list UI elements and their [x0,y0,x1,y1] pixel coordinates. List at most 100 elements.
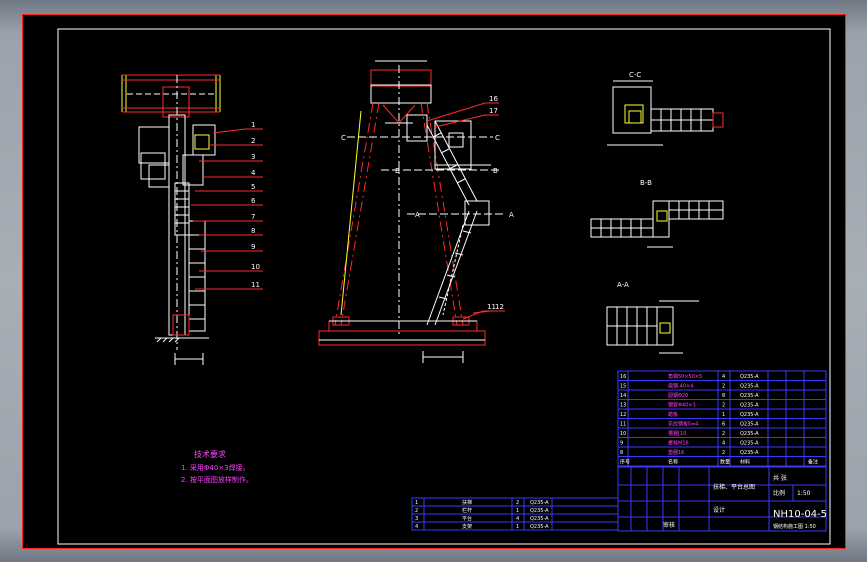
parts-row-name: 扶梯 [462,499,472,506]
main-row-no: 11 [620,422,626,428]
main-row-name: 花纹钢板δ=4 [668,421,698,428]
parts-row-qty: 4 [516,516,519,522]
parts-row-no: 3 [415,516,418,522]
main-row-qty: 4 [722,441,725,447]
main-row-qty: 2 [722,384,725,390]
cut-a-left-label: A [415,211,420,219]
parts-row-mat: Q235-A [530,508,549,514]
cad-drawing: C-C B-B A-A C C B B A A 1234567891011 16… [57,28,831,545]
drawing-sheet: C-C B-B A-A C C B B A A 1 2 3 4 5 6 7 8 9 10 11 16… [22,14,846,549]
bb-left-stair [590,218,654,238]
main-row-mat: Q235-A [740,374,759,380]
front-balloon-number: 4 [251,169,256,177]
title-project: 扶梯、平台总图 [713,483,755,491]
front-balloon-number: 10 [251,263,260,271]
main-row-name: 钢管Φ40×3 [668,402,696,409]
side-balloon-group: 161711 12 [483,95,505,312]
cut-c-right-label: C [495,134,500,142]
cc-stair [650,108,714,132]
main-row-qty: 8 [722,393,725,399]
section-cc-label: C-C [629,71,641,79]
parts-row-no: 1 [415,500,418,506]
main-row-no: 15 [620,384,626,390]
section-bb-view [590,200,724,248]
front-balloon-number: 7 [251,213,255,221]
front-stair-2 [188,220,206,332]
main-row-mat: Q235-A [740,384,759,390]
main-row-mat: Q235-A [740,412,759,418]
side-balloon-number: 17 [489,107,498,115]
cut-b-left-label: B [395,167,400,175]
main-row-mat: Q235-A [740,403,759,409]
main-row-qty: 1 [722,412,725,418]
title-sheet-label: 共 张 [773,474,787,482]
front-balloon-number: 8 [251,227,255,235]
cad-viewport[interactable]: C-C B-B A-A C C B B A A 1 2 3 4 5 6 7 8 9 10 11 16… [0,0,867,562]
main-row-qty: 6 [722,422,725,428]
front-balloon-number: 1 [251,121,255,129]
parts-row-no: 2 [415,508,418,514]
main-row-name: 踏板 [668,411,678,418]
main-row-no: 10 [620,431,626,437]
title-scale: 1:50 [797,490,811,497]
parts-row-mat: Q235-A [530,524,549,530]
main-row-qty: 2 [722,403,725,409]
main-row-mat: Q235-A [740,431,759,437]
main-row-mat: Q235-A [740,450,759,456]
title-checker: 审核 [663,521,675,529]
bb-right-stair [668,200,724,220]
main-row-mat: Q235-A [740,422,759,428]
main-row-no: 8 [620,450,623,456]
main-table-header-cell: 材料 [740,459,750,466]
title-designer: 设计 [713,506,725,514]
front-balloon-number: 3 [251,153,255,161]
main-row-name: 槽钢[10 [668,430,686,437]
drawing-number: NH10-04-5 [773,509,827,520]
section-cc-view [607,80,724,146]
front-balloon-number: 5 [251,183,255,191]
aa-stair [606,306,658,346]
side-elevation-view [318,60,505,363]
section-aa-view [606,300,699,354]
main-row-name: 螺栓M16 [668,440,689,447]
main-row-no: 14 [620,393,626,399]
main-row-no: 12 [620,412,626,418]
technical-notes: 技术要求 1. 采用Φ40×3焊接。 2. 按平面图放样制作。 [181,449,253,484]
side-balloon-number: 16 [489,95,498,103]
front-balloon-group: 1 2 3 4 5 6 7 8 9 10 11 [245,121,263,290]
cut-b-right-label: B [493,167,498,175]
parts-row-name: 支架 [462,523,472,530]
front-elevation-view [121,74,246,365]
main-table-header-cell: 数量 [720,459,730,466]
title-scale-label: 比例 [773,489,785,497]
main-parts-table: 16 角钢50×50×5 4 Q235-A15 扁钢-40×4 2 Q235-A14 圆钢Φ2… [617,370,827,467]
main-row-name: 角钢50×50×5 [668,373,702,380]
front-balloon-number: 2 [251,137,255,145]
notes-line-1: 1. 采用Φ40×3焊接。 [181,463,250,472]
parts-row-qty: 2 [516,500,519,506]
main-row-no: 9 [620,441,623,447]
front-balloon-number: 11 [251,281,260,289]
main-row-no: 16 [620,374,626,380]
front-balloon-number: 9 [251,243,255,251]
cut-a-right-label: A [509,211,514,219]
side-stair-lower [426,210,478,326]
section-bb-label: B-B [640,179,652,187]
main-row-name: 垫圈16 [668,449,684,456]
parts-row-name: 栏杆 [462,507,472,514]
title-subtitle: 钢结构施工图 1:50 [773,523,816,530]
notes-line-2: 2. 按平面图放样制作。 [181,475,253,484]
parts-row-name: 平台 [462,515,472,522]
parts-row-no: 4 [415,524,418,530]
section-aa-label: A-A [617,281,629,289]
parts-row-mat: Q235-A [530,516,549,522]
notes-title: 技术要求 [194,449,226,459]
parts-row-qty: 1 [516,508,519,514]
main-row-mat: Q235-A [740,441,759,447]
main-row-name: 圆钢Φ20 [668,392,688,399]
main-row-qty: 2 [722,431,725,437]
main-row-qty: 4 [722,374,725,380]
main-table-header-cell: 名称 [668,459,678,466]
parts-row-qty: 1 [516,524,519,530]
main-row-mat: Q235-A [740,393,759,399]
